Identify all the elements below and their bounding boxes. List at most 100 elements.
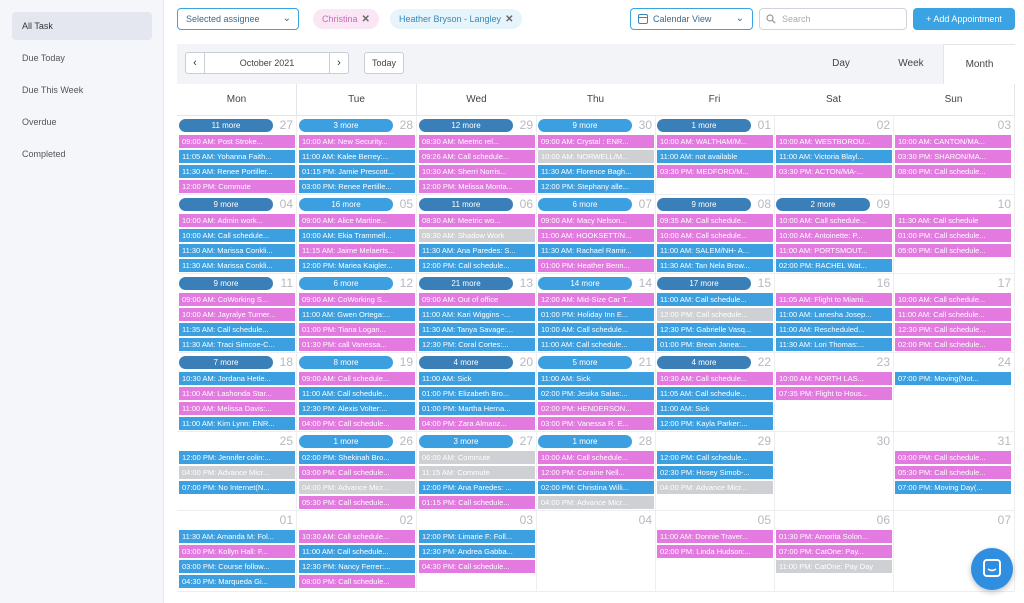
- more-events-button[interactable]: 3 more: [419, 435, 513, 448]
- event-item[interactable]: 07:00 PM: Moving Day(...: [895, 481, 1011, 494]
- event-item[interactable]: 02:00 PM: Christina Willi...: [538, 481, 654, 494]
- event-item[interactable]: 04:00 PM: Advance Micr...: [179, 466, 295, 479]
- event-item[interactable]: 11:00 AM: Lanesha Josep...: [776, 308, 892, 321]
- event-item[interactable]: 12:00 PM: Ana Paredes: ...: [419, 481, 535, 494]
- event-item[interactable]: 12:00 PM: Call schedule...: [657, 451, 773, 464]
- event-item[interactable]: 02:00 PM: RACHEL Wat...: [776, 259, 892, 272]
- day-cell[interactable]: 08 9 more 09:35 AM: Call schedule... 10:00 …: [655, 195, 775, 274]
- tab-week[interactable]: Week: [885, 44, 937, 84]
- chat-button[interactable]: [971, 548, 1013, 590]
- event-item[interactable]: 03:30 PM: ACTON/MA-...: [776, 165, 892, 178]
- event-item[interactable]: 12:00 PM: Kayla Parker:...: [657, 417, 773, 430]
- more-events-button[interactable]: 12 more: [419, 119, 513, 132]
- event-item[interactable]: 11:00 AM: Kim Lynn: ENR...: [179, 417, 295, 430]
- event-item[interactable]: 10:00 AM: Jayralye Turner...: [179, 308, 295, 321]
- event-item[interactable]: 04:30 PM: Call schedule...: [419, 560, 535, 573]
- event-item[interactable]: 09:00 AM: CoWorking S...: [299, 293, 415, 306]
- event-item[interactable]: 11:30 AM: Renee Portiller...: [179, 165, 295, 178]
- event-item[interactable]: 12:00 PM: Jennifer colin:...: [179, 451, 295, 464]
- event-item[interactable]: 09:00 AM: Out of office: [419, 293, 535, 306]
- event-item[interactable]: 02:00 PM: Shekinah Bro...: [299, 451, 415, 464]
- event-item[interactable]: 11:05 AM: Call schedule...: [657, 387, 773, 400]
- more-events-button[interactable]: 5 more: [538, 356, 632, 369]
- event-item[interactable]: 11:00 AM: SALEM/NH- A...: [657, 244, 773, 257]
- event-item[interactable]: 11:15 AM: Jaime Melaerts...: [299, 244, 415, 257]
- day-cell[interactable]: 24 07:00 PM: Moving(Not...: [893, 353, 1015, 432]
- day-cell[interactable]: 02 10:30 AM: Call schedule... 11:00 AM: Ca…: [297, 511, 417, 592]
- event-item[interactable]: 09:26 AM: Call schedule...: [419, 150, 535, 163]
- event-item[interactable]: 10:00 AM: WESTBOROU...: [776, 135, 892, 148]
- event-item[interactable]: 10:00 AM: Ekia Trammell...: [299, 229, 415, 242]
- day-cell[interactable]: 28 1 more 10:00 AM: Call schedule... 12:00 …: [536, 432, 656, 511]
- day-cell[interactable]: 30 9 more 09:00 AM: Crystal : ENR... 10:00 …: [536, 116, 656, 195]
- day-cell[interactable]: 19 8 more 09:00 AM: Call schedule... 11:00 …: [297, 353, 417, 432]
- event-item[interactable]: 02:00 PM: HENDERSON...: [538, 402, 654, 415]
- close-icon[interactable]: ✕: [505, 14, 513, 25]
- event-item[interactable]: 01:00 PM: Elizabeth Bro...: [419, 387, 535, 400]
- more-events-button[interactable]: 9 more: [179, 277, 273, 290]
- event-item[interactable]: 02:00 PM: Linda Hudson:...: [657, 545, 773, 558]
- event-item[interactable]: 03:00 PM: Call schedule...: [299, 466, 415, 479]
- more-events-button[interactable]: 11 more: [419, 198, 513, 211]
- event-item[interactable]: 12:30 PM: Alexis Volter:...: [299, 402, 415, 415]
- day-cell[interactable]: 05 16 more 09:00 AM: Alice Martine... 10:00…: [297, 195, 417, 274]
- event-item[interactable]: 11:00 AM: PORTSMOUT...: [776, 244, 892, 257]
- event-item[interactable]: 11:30 AM: Florence Bagh...: [538, 165, 654, 178]
- month-label[interactable]: October 2021: [205, 52, 329, 74]
- day-cell[interactable]: 15 17 more 11:00 AM: Call schedule... 12:00…: [655, 274, 775, 353]
- day-cell[interactable]: 29 12:00 PM: Call schedule... 02:30 PM: Ho…: [655, 432, 775, 511]
- sidebar-item-due-this-week[interactable]: Due This Week: [12, 76, 152, 104]
- event-item[interactable]: 11:00 AM: Kalee Berrey:...: [299, 150, 415, 163]
- more-events-button[interactable]: 6 more: [299, 277, 393, 290]
- event-item[interactable]: 10:30 AM: Call schedule...: [657, 372, 773, 385]
- event-item[interactable]: 05:30 PM: Call schedule...: [299, 496, 415, 509]
- event-item[interactable]: 12:30 PM: Coral Cortes:...: [419, 338, 535, 351]
- event-item[interactable]: 12:00 PM: Call schedule...: [657, 308, 773, 321]
- event-item[interactable]: 08:30 AM: Shadow Work: [419, 229, 535, 242]
- tab-month[interactable]: Month: [943, 44, 1015, 84]
- event-item[interactable]: 11:05 AM: Flight to Miami...: [776, 293, 892, 306]
- event-item[interactable]: 11:30 AM: Marissa Conkli...: [179, 244, 295, 257]
- day-cell[interactable]: 04 9 more 10:00 AM: Admin work... 10:00 AM:…: [177, 195, 297, 274]
- event-item[interactable]: 06:00 AM: Commute: [419, 451, 535, 464]
- event-item[interactable]: 09:00 AM: Post Stroke...: [179, 135, 295, 148]
- event-item[interactable]: 11:30 AM: Traci Simcoe-C...: [179, 338, 295, 351]
- add-appointment-button[interactable]: + Add Appointment: [913, 8, 1015, 30]
- sidebar-item-all-task[interactable]: All Task: [12, 12, 152, 40]
- event-item[interactable]: 02:30 PM: Hosey Simob-...: [657, 466, 773, 479]
- more-events-button[interactable]: 9 more: [657, 198, 751, 211]
- event-item[interactable]: 10:00 AM: Call schedule...: [895, 293, 1011, 306]
- tab-day[interactable]: Day: [815, 44, 867, 84]
- day-cell[interactable]: 14 14 more 12:00 AM: Mid-Size Car T... 01:0…: [536, 274, 656, 353]
- more-events-button[interactable]: 17 more: [657, 277, 751, 290]
- event-item[interactable]: 04:30 PM: Marqueda Gi...: [179, 575, 295, 588]
- more-events-button[interactable]: 21 more: [419, 277, 513, 290]
- event-item[interactable]: 12:30 PM: Call schedule...: [895, 323, 1011, 336]
- event-item[interactable]: 03:30 PM: SHARON/MA...: [895, 150, 1011, 163]
- day-cell[interactable]: 01 1 more 10:00 AM: WALTHAM/M... 11:00 AM: …: [655, 116, 775, 195]
- event-item[interactable]: 07:35 PM: Flight to Hous...: [776, 387, 892, 400]
- day-cell[interactable]: 23 10:00 AM: NORTH LAS... 07:35 PM: Flight…: [774, 353, 894, 432]
- event-item[interactable]: 10:00 AM: Admin work...: [179, 214, 295, 227]
- day-cell[interactable]: 03 10:00 AM: CANTON/MA... 03:30 PM: SHARON…: [893, 116, 1015, 195]
- event-item[interactable]: 11:00 PM: CatOne: Pay Day: [776, 560, 892, 573]
- event-item[interactable]: 11:00 AM: Gwen Ortega:...: [299, 308, 415, 321]
- event-item[interactable]: 07:00 PM: Moving(Not...: [895, 372, 1011, 385]
- event-item[interactable]: 12:30 PM: Gabrielle Vasq...: [657, 323, 773, 336]
- day-cell[interactable]: 20 4 more 11:00 AM: Sick 01:00 PM: Elizabet…: [417, 353, 537, 432]
- event-item[interactable]: 10:00 AM: Call schedule...: [657, 229, 773, 242]
- event-item[interactable]: 03:00 PM: Kollyn Hall: F...: [179, 545, 295, 558]
- event-item[interactable]: 11:00 AM: Call schedule...: [538, 338, 654, 351]
- event-item[interactable]: 11:05 AM: Yohanna Faith...: [179, 150, 295, 163]
- day-cell[interactable]: 06 11 more 08:30 AM: Meetric wo... 08:30 AM…: [417, 195, 537, 274]
- day-cell[interactable]: 17 10:00 AM: Call schedule... 11:00 AM: Ca…: [893, 274, 1015, 353]
- event-item[interactable]: 01:15 PM: Call schedule...: [419, 496, 535, 509]
- event-item[interactable]: 11:00 AM: Call schedule...: [895, 308, 1011, 321]
- event-item[interactable]: 07:00 PM: CatOne: Pay...: [776, 545, 892, 558]
- event-item[interactable]: 10:30 AM: Jordana Hetle...: [179, 372, 295, 385]
- event-item[interactable]: 04:00 PM: Zara Almanz...: [419, 417, 535, 430]
- event-item[interactable]: 11:00 AM: Sick: [538, 372, 654, 385]
- event-item[interactable]: 10:30 AM: Sherri Norris...: [419, 165, 535, 178]
- event-item[interactable]: 12:00 PM: Melissa Monta...: [419, 180, 535, 193]
- event-item[interactable]: 10:00 AM: New Security...: [299, 135, 415, 148]
